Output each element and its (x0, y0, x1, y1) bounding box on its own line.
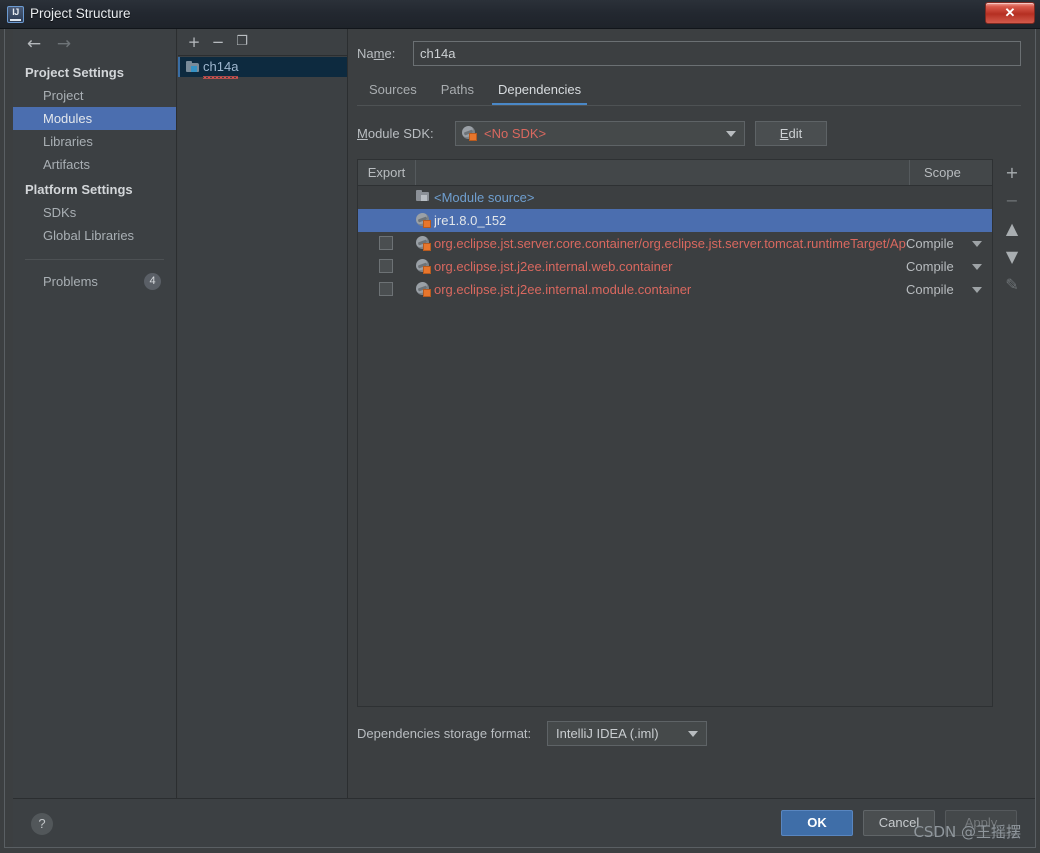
sidebar-item-global-libraries[interactable]: Global Libraries (13, 224, 176, 247)
dependency-name: jre1.8.0_152 (434, 213, 507, 228)
sidebar-item-libraries[interactable]: Libraries (13, 130, 176, 153)
module-editor-panel: Name: Sources Paths Dependencies Module … (349, 29, 1035, 799)
table-row[interactable]: org.eclipse.jst.server.core.container/or… (358, 232, 992, 255)
sidebar-item-problems[interactable]: Problems 4 (13, 270, 176, 293)
logo-text: IJ (12, 7, 19, 17)
table-row[interactable]: org.eclipse.jst.j2ee.internal.module.con… (358, 278, 992, 301)
chevron-down-icon (688, 731, 698, 737)
module-folder-icon (186, 61, 199, 72)
edit-sdk-button[interactable]: Edit (755, 121, 827, 146)
scope-select[interactable]: Compile (906, 232, 984, 255)
scope-value: Compile (906, 282, 954, 297)
module-sdk-value: <No SDK> (484, 126, 547, 141)
column-header-scope: Scope (924, 165, 961, 180)
table-header: Export Scope (358, 160, 992, 186)
name-row: Name: (357, 41, 1021, 67)
name-input[interactable] (413, 41, 1021, 66)
copy-module-icon[interactable]: ❐ (232, 33, 252, 52)
edit-pencil-icon[interactable]: ✎ (999, 271, 1025, 299)
move-down-icon[interactable]: ▼ (999, 243, 1025, 271)
table-row[interactable]: org.eclipse.jst.j2ee.internal.web.contai… (358, 255, 992, 278)
move-up-icon[interactable]: ▲ (999, 215, 1025, 243)
dependency-name: <Module source> (434, 190, 535, 205)
modules-toolbar: + − ❐ (178, 29, 347, 56)
column-header-export: Export (358, 160, 416, 185)
chevron-down-icon (972, 287, 982, 293)
settings-sidebar: ← → Project Settings Project Modules Lib… (13, 29, 177, 799)
storage-format-value: IntelliJ IDEA (.iml) (556, 726, 659, 741)
export-checkbox[interactable] (379, 282, 393, 296)
dependency-name: org.eclipse.jst.j2ee.internal.web.contai… (434, 259, 673, 274)
chevron-down-icon (972, 264, 982, 270)
problems-count-badge: 4 (144, 273, 161, 290)
title-bar: IJ Project Structure ✕ (0, 0, 1040, 29)
back-arrow-icon[interactable]: ← (23, 34, 45, 54)
dependency-name: org.eclipse.jst.server.core.container/or… (434, 236, 906, 251)
cancel-button[interactable]: Cancel (863, 810, 935, 836)
storage-format-row: Dependencies storage format: IntelliJ ID… (357, 721, 1021, 747)
chevron-down-icon (972, 241, 982, 247)
module-sdk-row: Module SDK: <No SDK> Edit (357, 121, 1021, 148)
module-name-text: ch14a (203, 59, 239, 74)
dependency-name: org.eclipse.jst.j2ee.internal.module.con… (434, 282, 692, 297)
sidebar-item-problems-label: Problems (43, 274, 98, 289)
chevron-down-icon (726, 131, 736, 137)
scope-select[interactable]: Compile (906, 278, 984, 301)
sidebar-navbar: ← → (13, 29, 176, 59)
sdk-icon (462, 126, 477, 141)
scope-value: Compile (906, 259, 954, 274)
storage-format-select[interactable]: IntelliJ IDEA (.iml) (547, 721, 707, 746)
sidebar-item-modules[interactable]: Modules (13, 107, 176, 130)
ok-button[interactable]: OK (781, 810, 853, 836)
sidebar-item-project[interactable]: Project (13, 84, 176, 107)
sidebar-item-sdks[interactable]: SDKs (13, 201, 176, 224)
list-item[interactable]: ch14a (178, 57, 347, 79)
sidebar-item-artifacts[interactable]: Artifacts (13, 153, 176, 176)
storage-format-label: Dependencies storage format: (357, 726, 532, 741)
window-title: Project Structure (30, 6, 131, 21)
export-checkbox[interactable] (379, 259, 393, 273)
forward-arrow-icon[interactable]: → (53, 34, 75, 54)
sidebar-divider (25, 259, 164, 260)
dependencies-toolbar: + − ▲ ▼ ✎ (999, 159, 1025, 329)
tab-paths[interactable]: Paths (429, 77, 486, 105)
tab-sources[interactable]: Sources (357, 77, 429, 105)
dialog-body: ← → Project Settings Project Modules Lib… (4, 29, 1036, 848)
error-squiggle-underline (203, 76, 239, 79)
apply-button: Apply (945, 810, 1017, 836)
section-header-platform-settings: Platform Settings (25, 182, 133, 197)
project-structure-window: IJ Project Structure ✕ ← → Project Setti… (0, 0, 1040, 853)
tab-dependencies[interactable]: Dependencies (486, 77, 593, 105)
remove-dependency-icon[interactable]: − (999, 187, 1025, 215)
dialog-footer: ? OK Cancel Apply CSDN @王摇摆 (13, 798, 1035, 847)
dependencies-table: Export Scope <Module source> jre1.8.0_15… (357, 159, 993, 707)
close-icon[interactable]: ✕ (985, 2, 1035, 24)
module-sdk-select[interactable]: <No SDK> (455, 121, 745, 146)
add-module-icon[interactable]: + (184, 33, 204, 52)
module-sdk-label: Module SDK: (357, 126, 434, 141)
table-row[interactable]: jre1.8.0_152 (358, 209, 992, 232)
scope-value: Compile (906, 236, 954, 251)
list-item-label: ch14a (203, 57, 239, 79)
modules-list: ch14a (178, 57, 347, 799)
section-header-project-settings: Project Settings (25, 65, 124, 80)
left-edge-strip (5, 29, 13, 847)
logo-underline (10, 19, 21, 21)
column-header-name (416, 160, 910, 185)
remove-module-icon[interactable]: − (208, 33, 228, 52)
module-tabs: Sources Paths Dependencies (357, 77, 1021, 106)
modules-panel: + − ❐ ch14a (178, 29, 348, 799)
name-label: Name: (357, 46, 396, 61)
add-dependency-icon[interactable]: + (999, 159, 1025, 187)
scope-select[interactable]: Compile (906, 255, 984, 278)
intellij-logo-icon: IJ (7, 6, 24, 23)
table-row[interactable]: <Module source> (358, 186, 992, 209)
help-icon[interactable]: ? (31, 813, 53, 835)
export-checkbox[interactable] (379, 236, 393, 250)
